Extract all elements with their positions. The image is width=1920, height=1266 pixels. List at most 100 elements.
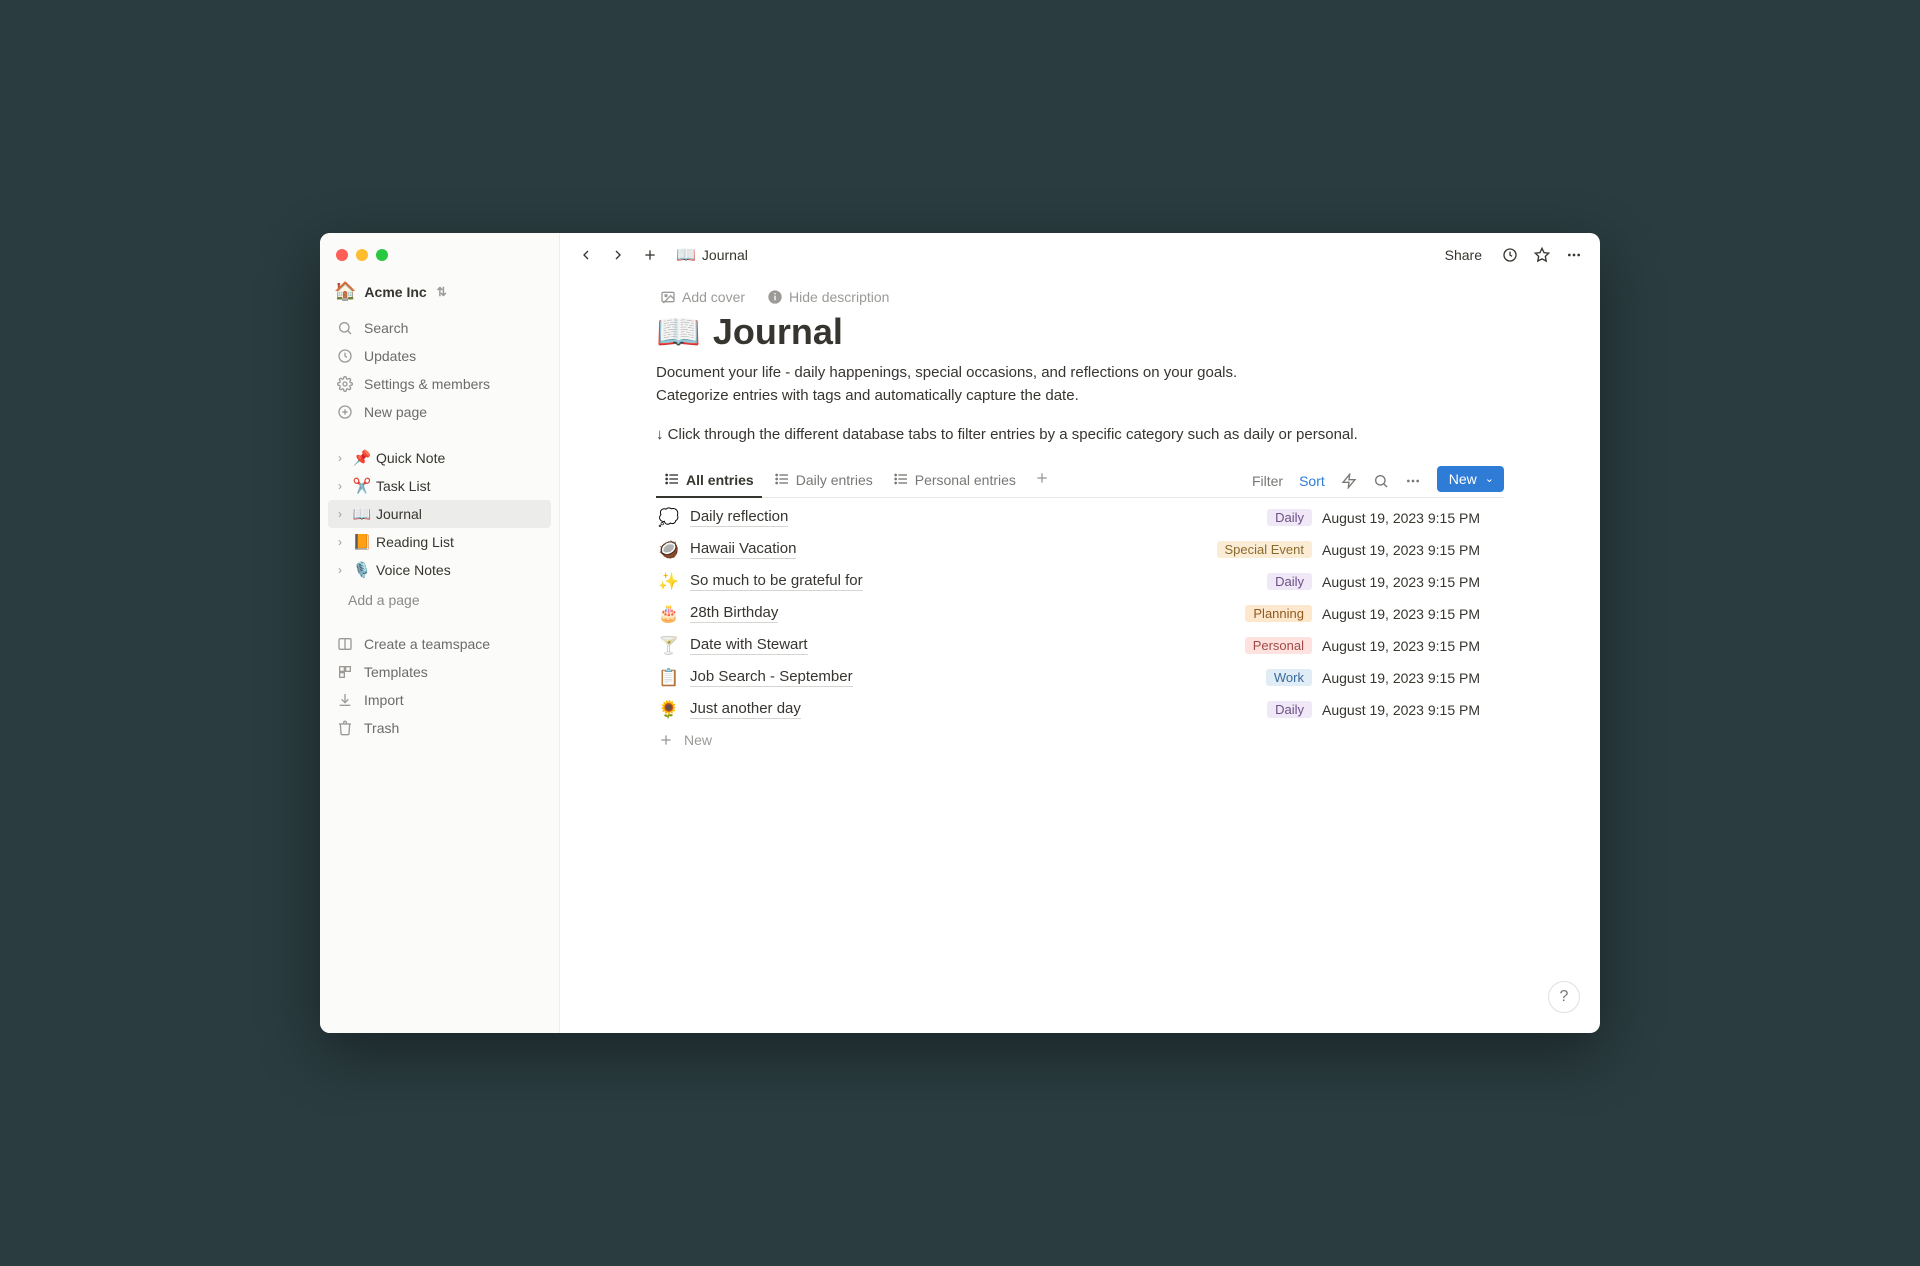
minimize-window-button[interactable] bbox=[356, 249, 368, 261]
list-item[interactable]: ✨ So much to be grateful for Daily Augus… bbox=[656, 566, 1504, 598]
new-row-label: New bbox=[684, 732, 712, 748]
entry-emoji: 🌻 bbox=[658, 700, 680, 720]
entry-date: August 19, 2023 9:15 PM bbox=[1322, 638, 1502, 654]
automations-button[interactable] bbox=[1335, 469, 1363, 493]
chevron-right-icon[interactable]: › bbox=[332, 451, 348, 465]
list-item[interactable]: 📋 Job Search - September Work August 19,… bbox=[656, 662, 1504, 694]
sidebar-page-quick-note[interactable]: › 📌 Quick Note bbox=[328, 444, 551, 472]
entry-title: Hawaii Vacation bbox=[690, 540, 796, 559]
help-button[interactable]: ? bbox=[1548, 981, 1580, 1013]
list-item[interactable]: 🍸 Date with Stewart Personal August 19, … bbox=[656, 630, 1504, 662]
new-row-button[interactable]: New bbox=[656, 726, 1504, 754]
list-item[interactable]: 🌻 Just another day Daily August 19, 2023… bbox=[656, 694, 1504, 726]
gear-icon bbox=[336, 375, 354, 393]
entry-date: August 19, 2023 9:15 PM bbox=[1322, 574, 1502, 590]
new-entry-button[interactable]: New ⌄ bbox=[1437, 466, 1504, 492]
search-db-button[interactable] bbox=[1367, 469, 1395, 493]
page-hint: ↓ Click through the different database t… bbox=[656, 426, 1504, 443]
entry-date: August 19, 2023 9:15 PM bbox=[1322, 702, 1502, 718]
sort-button[interactable]: Sort bbox=[1293, 469, 1331, 493]
page-title: 📖 Journal bbox=[656, 311, 1504, 353]
app-window: 🏠 Acme Inc ⇅ Search Updates Settings & m… bbox=[320, 233, 1600, 1033]
chevron-down-icon: ⌄ bbox=[1485, 472, 1494, 485]
sidebar-page-journal[interactable]: › 📖 Journal bbox=[328, 500, 551, 528]
page-label: Task List bbox=[376, 478, 430, 494]
maximize-window-button[interactable] bbox=[376, 249, 388, 261]
sidebar-import[interactable]: Import bbox=[328, 686, 551, 714]
page-label: Quick Note bbox=[376, 450, 445, 466]
database-tabs: All entries Daily entries Personal entri… bbox=[656, 465, 1504, 498]
sidebar-new-page[interactable]: New page bbox=[328, 398, 551, 426]
db-tab-label: All entries bbox=[686, 472, 754, 488]
templates-icon bbox=[336, 663, 354, 681]
close-window-button[interactable] bbox=[336, 249, 348, 261]
hide-description-label: Hide description bbox=[789, 289, 889, 305]
workspace-switcher[interactable]: 🏠 Acme Inc ⇅ bbox=[320, 277, 559, 312]
entry-date: August 19, 2023 9:15 PM bbox=[1322, 606, 1502, 622]
chevron-right-icon[interactable]: › bbox=[332, 479, 348, 493]
page-content: Add cover Hide description 📖 Journal Doc… bbox=[560, 277, 1600, 1033]
sidebar-templates[interactable]: Templates bbox=[328, 658, 551, 686]
hide-description-button[interactable]: Hide description bbox=[763, 285, 893, 309]
more-options-button[interactable] bbox=[1562, 243, 1586, 267]
sidebar-page-task-list[interactable]: › ✂️ Task List bbox=[328, 472, 551, 500]
list-icon bbox=[893, 471, 909, 490]
add-view-button[interactable] bbox=[1028, 466, 1056, 495]
db-tab-all-entries[interactable]: All entries bbox=[656, 465, 762, 498]
new-entry-label: New bbox=[1449, 471, 1477, 487]
topbar: 📖 Journal Share bbox=[560, 233, 1600, 277]
page-description[interactable]: Document your life - daily happenings, s… bbox=[656, 361, 1504, 408]
page-emoji: 🎙️ bbox=[352, 561, 372, 579]
list-item[interactable]: 💭 Daily reflection Daily August 19, 2023… bbox=[656, 502, 1504, 534]
list-item[interactable]: 🥥 Hawaii Vacation Special Event August 1… bbox=[656, 534, 1504, 566]
sidebar-settings-label: Settings & members bbox=[364, 376, 490, 392]
history-button[interactable] bbox=[1498, 243, 1522, 267]
filter-button[interactable]: Filter bbox=[1246, 469, 1289, 493]
breadcrumb-label: Journal bbox=[702, 247, 748, 263]
sidebar-updates[interactable]: Updates bbox=[328, 342, 551, 370]
sidebar-teamspace-label: Create a teamspace bbox=[364, 636, 490, 652]
sidebar-page-reading-list[interactable]: › 📙 Reading List bbox=[328, 528, 551, 556]
entry-title: Daily reflection bbox=[690, 508, 788, 527]
db-tab-personal-entries[interactable]: Personal entries bbox=[885, 465, 1024, 498]
db-tab-daily-entries[interactable]: Daily entries bbox=[766, 465, 881, 498]
cover-actions: Add cover Hide description bbox=[656, 277, 1504, 309]
sidebar-settings[interactable]: Settings & members bbox=[328, 370, 551, 398]
download-icon bbox=[336, 691, 354, 709]
chevron-right-icon[interactable]: › bbox=[332, 563, 348, 577]
favorite-button[interactable] bbox=[1530, 243, 1554, 267]
list-icon bbox=[774, 471, 790, 490]
entry-title: Job Search - September bbox=[690, 668, 853, 687]
list-icon bbox=[664, 471, 680, 490]
share-button[interactable]: Share bbox=[1437, 243, 1490, 267]
chevron-right-icon[interactable]: › bbox=[332, 535, 348, 549]
plus-circle-icon bbox=[336, 403, 354, 421]
entry-tag: Daily bbox=[1267, 701, 1312, 718]
entry-emoji: 📋 bbox=[658, 668, 680, 688]
sidebar-search[interactable]: Search bbox=[328, 314, 551, 342]
page-icon[interactable]: 📖 bbox=[656, 311, 701, 353]
list-item[interactable]: 🎂 28th Birthday Planning August 19, 2023… bbox=[656, 598, 1504, 630]
breadcrumb[interactable]: 📖 Journal bbox=[670, 243, 754, 267]
page-title-text[interactable]: Journal bbox=[713, 311, 843, 353]
db-more-button[interactable] bbox=[1399, 469, 1427, 493]
new-tab-button[interactable] bbox=[638, 243, 662, 267]
sidebar-page-voice-notes[interactable]: › 🎙️ Voice Notes bbox=[328, 556, 551, 584]
nav-forward-button[interactable] bbox=[606, 243, 630, 267]
entry-emoji: 🥥 bbox=[658, 540, 680, 560]
trash-icon bbox=[336, 719, 354, 737]
page-emoji: 📌 bbox=[352, 449, 372, 467]
entry-date: August 19, 2023 9:15 PM bbox=[1322, 510, 1502, 526]
entry-title: 28th Birthday bbox=[690, 604, 778, 623]
sidebar-trash[interactable]: Trash bbox=[328, 714, 551, 742]
page-emoji: ✂️ bbox=[352, 477, 372, 495]
description-line-2: Categorize entries with tags and automat… bbox=[656, 384, 1504, 407]
sidebar-add-page[interactable]: Add a page bbox=[328, 588, 551, 612]
page-label: Voice Notes bbox=[376, 562, 451, 578]
chevron-right-icon[interactable]: › bbox=[332, 507, 348, 521]
add-cover-button[interactable]: Add cover bbox=[656, 285, 749, 309]
entries-list: 💭 Daily reflection Daily August 19, 2023… bbox=[656, 498, 1504, 726]
sidebar-teamspace[interactable]: Create a teamspace bbox=[328, 630, 551, 658]
nav-back-button[interactable] bbox=[574, 243, 598, 267]
sidebar-updates-label: Updates bbox=[364, 348, 416, 364]
